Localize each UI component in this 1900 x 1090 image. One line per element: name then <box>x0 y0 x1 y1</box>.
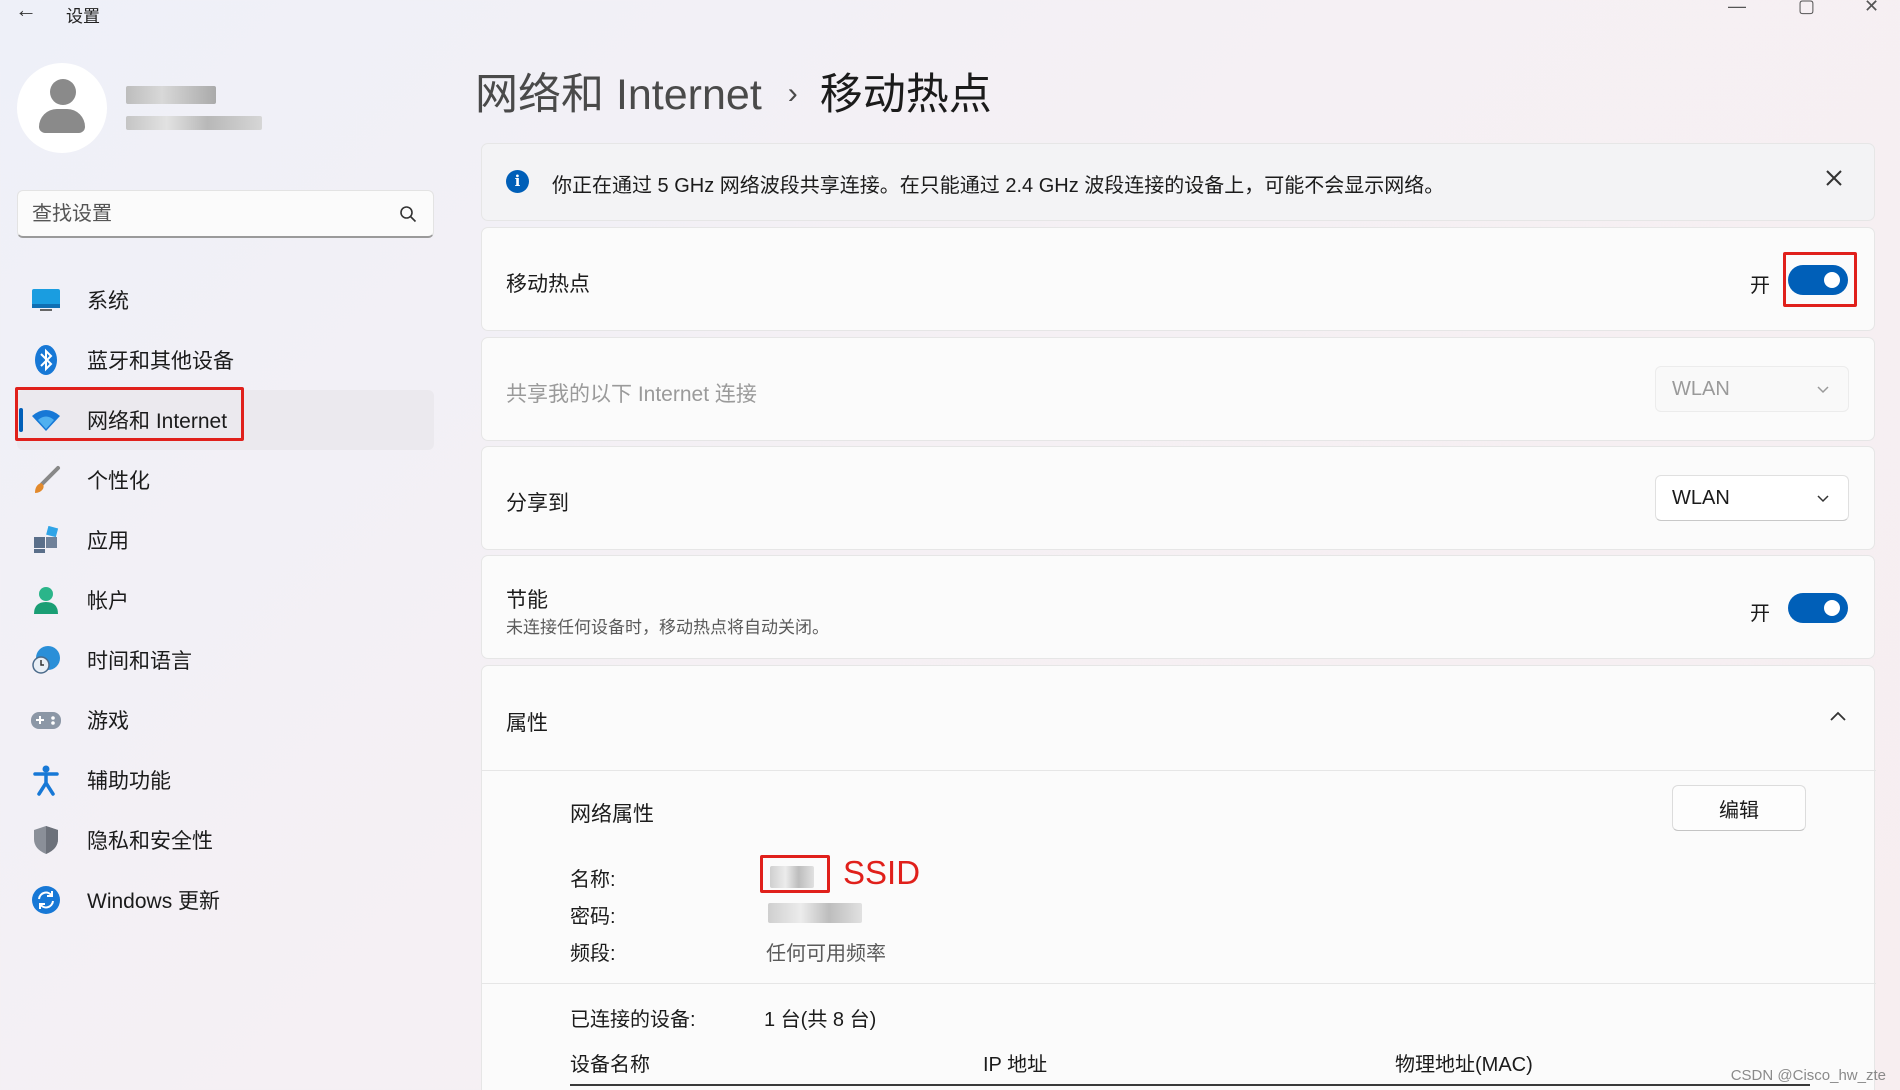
share-to-row: 分享到 WLAN <box>481 446 1875 550</box>
sidebar-item-privacy[interactable]: 隐私和安全性 <box>17 810 434 870</box>
search-icon[interactable] <box>399 205 417 223</box>
user-email-redacted <box>126 116 262 130</box>
info-text: 你正在通过 5 GHz 网络波段共享连接。在只能通过 2.4 GHz 波段连接的… <box>552 175 1445 197</box>
power-saving-toggle[interactable] <box>1788 593 1848 623</box>
update-icon <box>30 884 62 916</box>
hotspot-state: 开 <box>1750 275 1770 297</box>
power-saving-label: 节能 <box>506 589 548 612</box>
sidebar-item-windows-update[interactable]: Windows 更新 <box>17 870 434 930</box>
sidebar-item-accessibility[interactable]: 辅助功能 <box>17 750 434 810</box>
bluetooth-icon <box>30 344 62 376</box>
sidebar-item-label: 隐私和安全性 <box>87 830 213 853</box>
hotspot-row: 移动热点 开 <box>481 227 1875 331</box>
password-value-redacted <box>768 903 862 923</box>
share-to-value: WLAN <box>1672 487 1730 509</box>
share-from-label: 共享我的以下 Internet 连接 <box>506 383 757 406</box>
sidebar-item-apps[interactable]: 应用 <box>17 510 434 570</box>
info-bar: i 你正在通过 5 GHz 网络波段共享连接。在只能通过 2.4 GHz 波段连… <box>481 143 1875 221</box>
share-to-dropdown[interactable]: WLAN <box>1655 475 1849 521</box>
chevron-down-icon <box>1817 495 1829 503</box>
sidebar-item-time-language[interactable]: 时间和语言 <box>17 630 434 690</box>
globe-clock-icon <box>30 644 62 676</box>
name-key: 名称: <box>570 869 616 891</box>
ssid-annotation: SSID <box>843 854 921 891</box>
band-value: 任何可用频率 <box>766 943 886 965</box>
sidebar-item-label: 个性化 <box>87 470 150 493</box>
hotspot-label: 移动热点 <box>506 273 590 296</box>
network-properties-title: 网络属性 <box>570 803 654 826</box>
sidebar-item-label: 辅助功能 <box>87 770 171 793</box>
edit-button[interactable]: 编辑 <box>1672 785 1806 831</box>
close-window-icon[interactable]: ✕ <box>1864 0 1879 17</box>
share-from-dropdown: WLAN <box>1655 366 1849 412</box>
sidebar-item-label: 应用 <box>87 530 129 553</box>
toggle-knob <box>1824 600 1840 616</box>
annotation-box-ssid <box>760 855 830 893</box>
page-title: 移动热点 <box>819 71 992 119</box>
properties-section: 属性 网络属性 编辑 名称: SSID 密码: 频段: 任何可用频率 已连接的设… <box>481 665 1876 1090</box>
sidebar-item-bluetooth[interactable]: 蓝牙和其他设备 <box>17 330 434 390</box>
power-saving-row: 节能 未连接任何设备时，移动热点将自动关闭。 开 <box>481 555 1875 659</box>
connected-devices-key: 已连接的设备: <box>570 1009 696 1031</box>
paintbrush-icon <box>30 464 62 496</box>
password-key: 密码: <box>570 906 616 928</box>
sidebar-item-label: 蓝牙和其他设备 <box>87 350 234 373</box>
sidebar-item-label: 帐户 <box>87 590 129 613</box>
avatar-head-icon <box>50 79 76 105</box>
app-title: 设置 <box>66 7 100 26</box>
properties-title: 属性 <box>506 712 548 735</box>
watermark: CSDN @Cisco_hw_zte <box>1730 1067 1886 1084</box>
sidebar-item-personalization[interactable]: 个性化 <box>17 450 434 510</box>
sidebar-item-label: Windows 更新 <box>87 890 221 913</box>
column-header-mac: 物理地址(MAC) <box>1395 1054 1533 1076</box>
share-to-label: 分享到 <box>506 492 569 515</box>
avatar-body-icon <box>39 109 85 133</box>
sidebar-item-system[interactable]: 系统 <box>17 270 434 330</box>
info-icon: i <box>506 170 529 193</box>
restore-icon[interactable]: ▢ <box>1798 0 1815 17</box>
breadcrumb: 网络和 Internet › 移动热点 <box>475 60 992 122</box>
share-from-row: 共享我的以下 Internet 连接 WLAN <box>481 337 1875 441</box>
apps-icon <box>30 524 62 556</box>
minimize-icon[interactable]: — <box>1728 0 1746 17</box>
chevron-up-icon[interactable] <box>1828 709 1848 723</box>
sidebar-item-label: 系统 <box>87 290 129 313</box>
sidebar-item-accounts[interactable]: 帐户 <box>17 570 434 630</box>
search-input[interactable] <box>32 201 392 227</box>
sidebar-nav: 系统 蓝牙和其他设备 网络和 Internet 个性化 应用 帐户 时间和语言 … <box>17 270 434 930</box>
sidebar-item-label: 时间和语言 <box>87 650 192 673</box>
chevron-down-icon <box>1817 386 1829 394</box>
sidebar-item-gaming[interactable]: 游戏 <box>17 690 434 750</box>
share-from-value: WLAN <box>1672 378 1730 400</box>
avatar[interactable] <box>17 63 107 153</box>
title-bar: ← 设置 — ▢ ✕ <box>0 0 1900 28</box>
column-header-ip: IP 地址 <box>983 1054 1048 1076</box>
search-box[interactable] <box>17 190 434 238</box>
accessibility-icon <box>30 764 62 796</box>
annotation-box-network <box>15 387 244 441</box>
power-saving-state: 开 <box>1750 603 1770 625</box>
back-arrow-icon[interactable]: ← <box>14 0 38 24</box>
band-key: 频段: <box>570 943 616 965</box>
breadcrumb-separator: › <box>787 77 798 110</box>
gamepad-icon <box>30 704 62 736</box>
power-saving-description: 未连接任何设备时，移动热点将自动关闭。 <box>506 618 829 637</box>
divider <box>482 770 1876 771</box>
account-icon <box>30 584 62 616</box>
annotation-box-toggle <box>1783 252 1857 307</box>
monitor-icon <box>30 284 62 316</box>
connected-devices-value: 1 台(共 8 台) <box>764 1009 877 1031</box>
shield-icon <box>30 824 62 856</box>
table-header-underline <box>570 1084 1810 1086</box>
column-header-device-name: 设备名称 <box>570 1054 650 1076</box>
user-name-redacted <box>126 86 216 104</box>
sidebar-item-label: 游戏 <box>87 710 129 733</box>
breadcrumb-parent[interactable]: 网络和 Internet <box>475 71 762 119</box>
close-icon[interactable] <box>1818 162 1850 194</box>
divider <box>482 983 1876 984</box>
